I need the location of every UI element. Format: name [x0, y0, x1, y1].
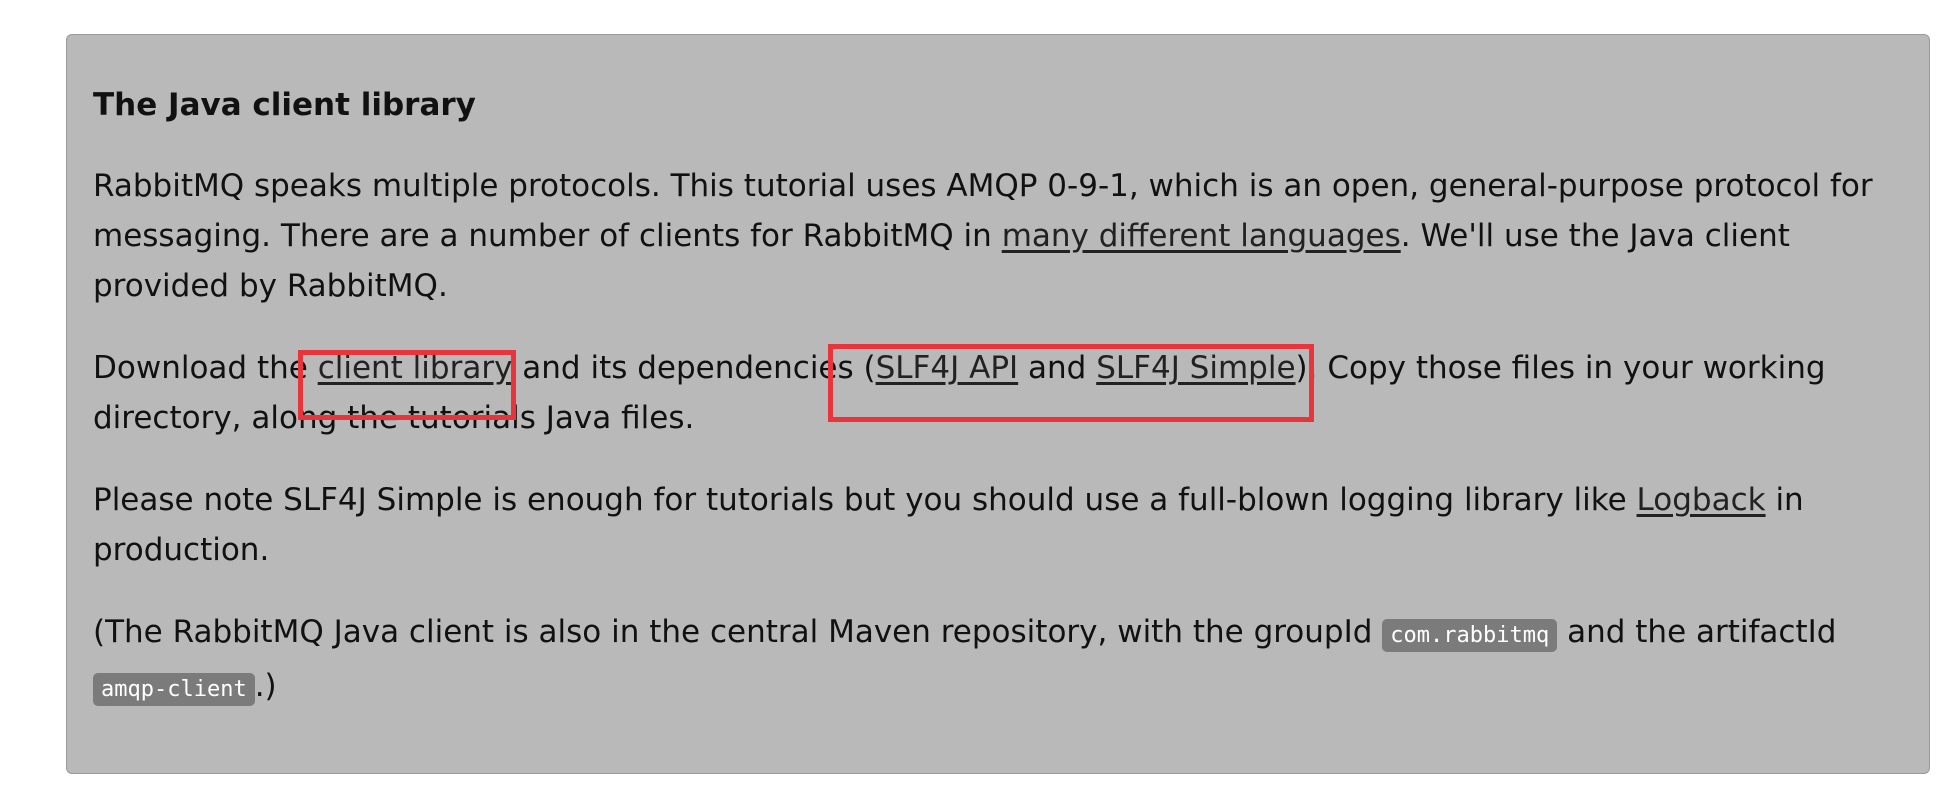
paragraph-text: Please note SLF4J Simple is enough for t… — [93, 482, 1637, 518]
slf4j-simple-link[interactable]: SLF4J Simple — [1096, 350, 1295, 386]
paragraph-download: Download the client library and its depe… — [93, 343, 1913, 443]
client-library-link[interactable]: client library — [318, 350, 513, 386]
logback-link[interactable]: Logback — [1637, 482, 1766, 518]
paragraph-text: .) — [254, 668, 277, 704]
content-panel: The Java client library RabbitMQ speaks … — [66, 34, 1930, 774]
article-body: The Java client library RabbitMQ speaks … — [93, 35, 1913, 715]
artifact-id-code: amqp-client — [93, 673, 255, 706]
paragraph-text: and its dependencies ( — [512, 350, 876, 386]
paragraph-text: (The RabbitMQ Java client is also in the… — [93, 614, 1383, 650]
group-id-code: com.rabbitmq — [1382, 619, 1558, 652]
slf4j-api-link[interactable]: SLF4J API — [876, 350, 1019, 386]
paragraph-text: and the artifactId — [1557, 614, 1837, 650]
paragraph-protocols: RabbitMQ speaks multiple protocols. This… — [93, 161, 1913, 311]
paragraph-logging-note: Please note SLF4J Simple is enough for t… — [93, 475, 1913, 575]
paragraph-maven: (The RabbitMQ Java client is also in the… — [93, 607, 1913, 715]
section-heading: The Java client library — [93, 87, 476, 123]
many-languages-link[interactable]: many different languages — [1002, 218, 1401, 254]
paragraph-text: and — [1018, 350, 1097, 386]
paragraph-text: Download the — [93, 350, 318, 386]
